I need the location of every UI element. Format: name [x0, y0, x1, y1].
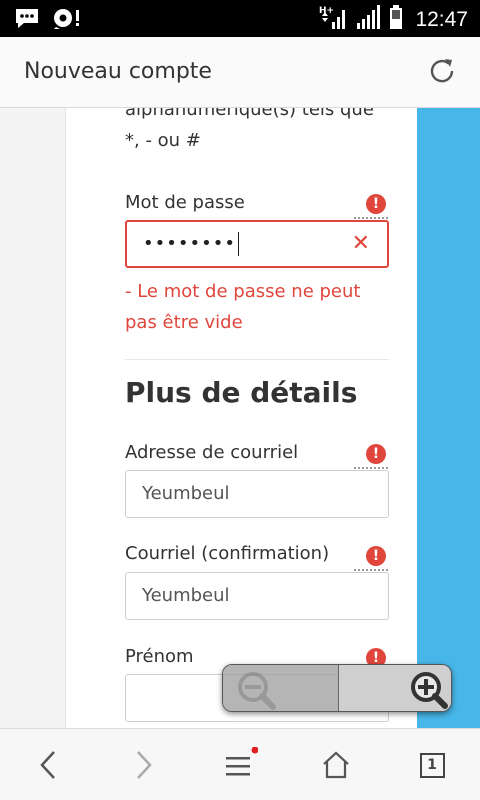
clock: 12:47	[415, 7, 468, 31]
app-bar: Nouveau compte	[0, 37, 480, 108]
tab-count-badge: 1	[419, 752, 445, 778]
required-icon: !	[366, 194, 386, 214]
accent-strip	[417, 108, 480, 728]
page-title: Nouveau compte	[24, 59, 212, 84]
form-card: alphanumérique(s) tels que *, - ou # Mot…	[65, 108, 417, 728]
required-icon: !	[366, 546, 386, 566]
password-field[interactable]: •••••••• ✕	[125, 220, 389, 268]
password-label: Mot de passe	[125, 192, 245, 213]
home-icon	[323, 751, 349, 779]
home-button[interactable]	[316, 745, 356, 785]
section-title: Plus de détails	[125, 376, 358, 409]
section-divider	[125, 359, 389, 360]
menu-button[interactable]	[220, 745, 260, 785]
reload-icon	[430, 59, 454, 83]
email-confirm-field[interactable]: Yeumbeul	[125, 572, 389, 620]
dotted-underline	[354, 217, 388, 219]
text-caret	[237, 232, 239, 256]
password-error-message: - Le mot de passe ne peut pas être vide	[125, 281, 361, 333]
chevron-right-icon	[137, 751, 152, 779]
email-confirm-label: Courriel (confirmation)	[125, 543, 330, 564]
back-button[interactable]	[28, 745, 68, 785]
sync-notification-icon	[52, 7, 82, 34]
zoom-in-button[interactable]	[338, 665, 451, 711]
menu-icon	[226, 747, 258, 776]
zoom-out-icon	[238, 672, 276, 710]
tabs-button[interactable]: 1	[412, 745, 452, 785]
signal-icon	[355, 4, 381, 35]
clear-password-button[interactable]: ✕	[352, 232, 371, 256]
battery-icon	[389, 4, 403, 35]
required-icon: !	[366, 444, 386, 464]
password-value: ••••••••	[143, 233, 236, 254]
notification-dot	[251, 747, 258, 754]
first-name-label: Prénom	[125, 646, 194, 667]
page-content: alphanumérique(s) tels que *, - ou # Mot…	[0, 108, 480, 728]
chat-notification-icon	[14, 7, 40, 34]
email-field[interactable]: Yeumbeul	[125, 470, 389, 518]
password-helper-text: alphanumérique(s) tels que *, - ou #	[125, 108, 374, 151]
chevron-left-icon	[40, 751, 55, 779]
forward-button[interactable]	[124, 745, 164, 785]
email-label: Adresse de courriel	[125, 442, 299, 463]
zoom-in-icon	[411, 672, 448, 709]
dotted-underline	[354, 569, 388, 571]
zoom-out-button[interactable]	[223, 665, 338, 711]
zoom-control	[222, 664, 452, 712]
reload-button[interactable]	[426, 55, 458, 87]
network-type-icon: H+	[319, 4, 347, 35]
status-bar: H+ 12:47	[0, 0, 480, 37]
bottom-nav: 1	[0, 728, 480, 800]
dotted-underline	[354, 467, 388, 469]
